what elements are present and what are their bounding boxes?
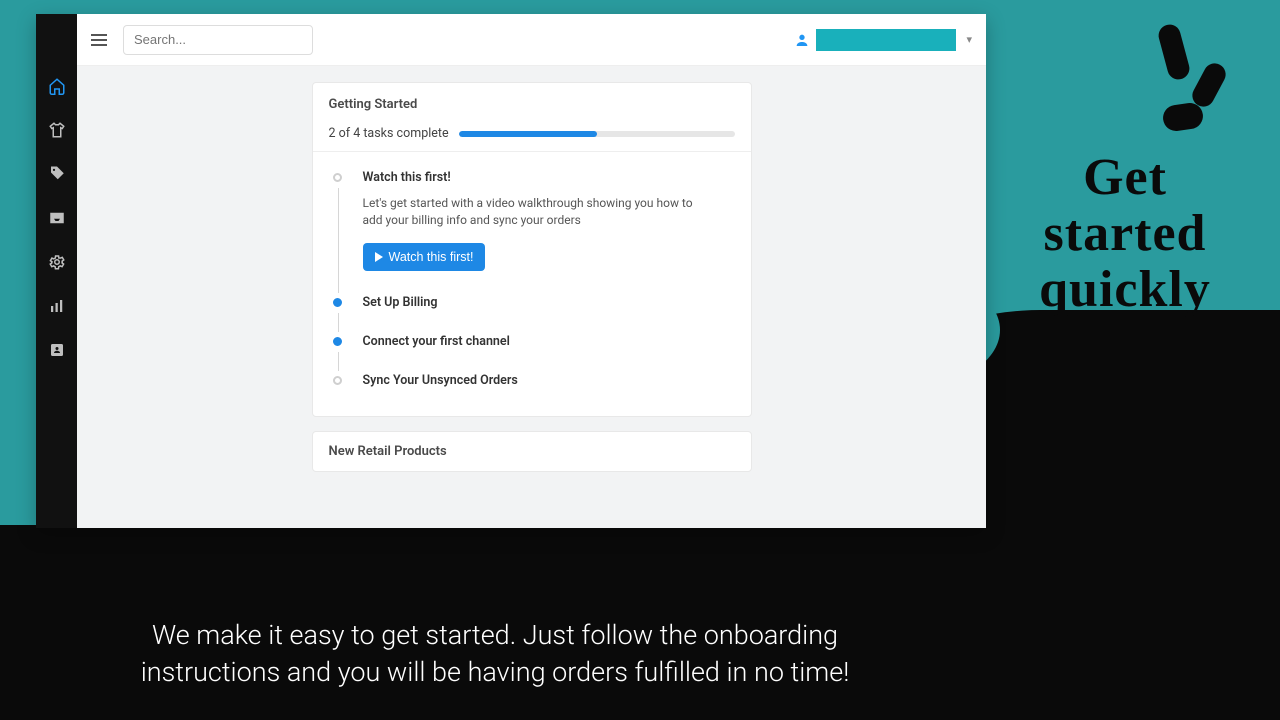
task-item[interactable]: Connect your first channel (333, 334, 735, 349)
topbar: ▾ (77, 14, 986, 66)
task-title: Connect your first channel (363, 334, 735, 349)
app-screenshot: ▾ Getting Started 2 of 4 tasks complete … (36, 14, 986, 528)
task-title: Sync Your Unsynced Orders (363, 373, 735, 388)
card-title: Getting Started (329, 97, 735, 112)
accent-mark (1156, 22, 1192, 82)
task-connector (338, 352, 340, 371)
card-title: New Retail Products (329, 444, 735, 459)
user-menu[interactable]: ▾ (794, 29, 972, 51)
home-icon[interactable] (47, 76, 67, 96)
task-description: Let's get started with a video walkthrou… (363, 195, 703, 229)
task-connector (338, 188, 340, 293)
menu-icon[interactable] (91, 31, 107, 49)
main-area: ▾ Getting Started 2 of 4 tasks complete … (77, 14, 986, 528)
progress-text: 2 of 4 tasks complete (329, 126, 449, 141)
getting-started-card: Getting Started 2 of 4 tasks complete Wa… (312, 82, 752, 417)
progress-bar (459, 131, 735, 137)
search-input[interactable] (123, 25, 313, 55)
shirt-icon[interactable] (47, 120, 67, 140)
chevron-down-icon: ▾ (966, 33, 972, 46)
inbox-icon[interactable] (47, 208, 67, 228)
marketing-caption: We make it easy to get started. Just fol… (80, 617, 910, 690)
tag-icon[interactable] (47, 164, 67, 184)
task-connector (338, 313, 340, 332)
accent-mark (1161, 101, 1204, 132)
contacts-icon[interactable] (47, 340, 67, 360)
user-name-placeholder (816, 29, 956, 51)
task-item[interactable]: Sync Your Unsynced Orders (333, 373, 735, 388)
task-bullet-icon (333, 376, 342, 385)
task-title: Watch this first! (363, 170, 735, 185)
user-icon (794, 32, 810, 48)
task-bullet-icon (333, 173, 342, 182)
task-item[interactable]: Set Up Billing (333, 295, 735, 310)
content: Getting Started 2 of 4 tasks complete Wa… (77, 66, 986, 528)
chart-icon[interactable] (47, 296, 67, 316)
watch-video-button[interactable]: Watch this first! (363, 243, 486, 271)
task-bullet-done-icon (333, 298, 342, 307)
task-list: Watch this first! Let's get started with … (313, 152, 751, 416)
marketing-headline: Get started quickly (995, 150, 1255, 318)
sidebar (36, 14, 77, 528)
task-bullet-done-icon (333, 337, 342, 346)
new-retail-card: New Retail Products (312, 431, 752, 472)
gear-icon[interactable] (47, 252, 67, 272)
progress-fill (459, 131, 597, 137)
task-title: Set Up Billing (363, 295, 735, 310)
task-item[interactable]: Watch this first! Let's get started with … (333, 170, 735, 271)
